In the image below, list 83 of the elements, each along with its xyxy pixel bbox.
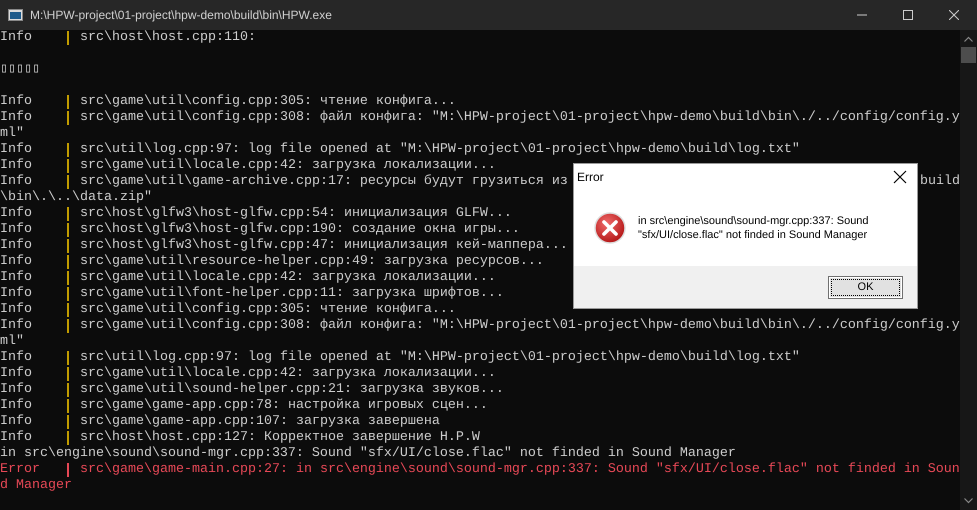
close-button[interactable] [893, 170, 907, 184]
log-level: Info [0, 238, 33, 254]
console-app-icon [8, 9, 23, 21]
ok-button[interactable]: OK [828, 276, 903, 298]
log-level: Info [0, 382, 33, 398]
maximize-icon[interactable] [903, 10, 913, 20]
log-level: Info [0, 158, 33, 174]
scroll-thumb[interactable] [961, 47, 976, 63]
log-message: src\game\util\font-helper.cpp:11: загрузка шрифтов... [80, 286, 504, 302]
log-level: Error [0, 462, 41, 478]
log-message: src\game\util\locale.cpp:42: загрузка локализации... [80, 366, 496, 382]
log-text: build [920, 174, 960, 190]
separator-bar-icon [67, 255, 69, 269]
window-title: M:\HPW-project\01-project\hpw-demo\build\bin\HPW.exe [30, 8, 333, 22]
log-message: src\game\game-app.cpp:107: загрузка завершена [80, 414, 440, 430]
close-icon[interactable] [949, 10, 959, 20]
separator-bar-icon [67, 399, 69, 413]
log-message: src\game\util\config.cpp:305: чтение конфига... [80, 94, 456, 110]
separator-bar-icon [67, 287, 69, 301]
separator-bar-icon [67, 351, 69, 365]
log-message: src\util\log.cpp:97: log file opened at "M:\HPW-project\01-project\hpw-demo\build\log.txt" [80, 142, 800, 158]
dialog-title: Error [577, 170, 605, 184]
log-level: Info [0, 430, 33, 446]
separator-bar-icon [67, 415, 69, 429]
log-level: Info [0, 30, 33, 46]
scroll-down-icon[interactable] [964, 498, 973, 504]
log-text: ml" [0, 126, 24, 142]
separator-bar-icon [67, 159, 69, 173]
separator-bar-icon [67, 95, 69, 109]
separator-bar-icon [67, 319, 69, 333]
separator-bar-icon [67, 271, 69, 285]
log-message: src\host\host.cpp:110: [80, 30, 256, 46]
separator-bar-icon [67, 111, 69, 125]
log-level: Info [0, 414, 33, 430]
log-message: src\host\glfw3\host-glfw.cpp:54: инициализация GLFW... [80, 206, 512, 222]
error-icon [594, 212, 626, 244]
separator-bar-icon [67, 31, 69, 45]
log-level: Info [0, 142, 33, 158]
log-level: Info [0, 366, 33, 382]
log-level: Info [0, 254, 33, 270]
log-text: \bin\.\..\data.zip" [0, 190, 152, 206]
scrollbar[interactable] [960, 30, 977, 510]
log-message: src\game\util\locale.cpp:42: загрузка локализации... [80, 270, 496, 286]
separator-bar-icon [67, 303, 69, 317]
log-message: src\game\util\locale.cpp:42: загрузка локализации... [80, 158, 496, 174]
separator-bar-icon [67, 223, 69, 237]
log-text: d Manager [0, 478, 72, 494]
log-level: Info [0, 94, 33, 110]
separator-bar-icon [67, 383, 69, 397]
log-level: Info [0, 222, 33, 238]
separator-bar-icon [67, 143, 69, 157]
log-level: Info [0, 398, 33, 414]
log-level: Info [0, 270, 33, 286]
log-message: src\game\util\config.cpp:305: чтение конфига... [80, 302, 456, 318]
log-text: ml" [0, 334, 24, 350]
error-message: in src\engine\sound\sound-mgr.cpp:337: Sound "sfx/UI/close.flac" not finded in Sound Manager [638, 214, 870, 242]
log-level: Info [0, 350, 33, 366]
separator-bar-icon [67, 367, 69, 381]
log-message: src\game\util\resource-helper.cpp:49: загрузка ресурсов... [80, 254, 544, 270]
separator-bar-icon [67, 463, 69, 477]
separator-bar-icon [67, 239, 69, 253]
log-level: Info [0, 110, 33, 126]
log-message: src\host\glfw3\host-glfw.cpp:47: инициализация кей-маппера... [80, 238, 568, 254]
log-level: Info [0, 318, 33, 334]
log-message: src\host\host.cpp:127: Корректное завершение H.P.W [80, 430, 480, 446]
log-level: Info [0, 302, 33, 318]
log-level: Info [0, 174, 33, 190]
scroll-up-icon[interactable] [964, 36, 973, 42]
log-level: Info [0, 206, 33, 222]
log-text: in src\engine\sound\sound-mgr.cpp:337: Sound "sfx/UI/close.flac" not finded in Sound Manager [0, 446, 736, 462]
log-message: src\game\util\sound-helper.cpp:21: загрузка звуков... [80, 382, 504, 398]
log-level: Info [0, 286, 33, 302]
log-message: src\util\log.cpp:97: log file opened at "M:\HPW-project\01-project\hpw-demo\build\log.txt" [80, 350, 800, 366]
log-message: src\game\game-main.cpp:27: in src\engine\sound\sound-mgr.cpp:337: Sound "sfx/UI/close.flac" not finded in Soun [80, 462, 960, 478]
log-message: src\game\util\game-archive.cpp:17: ресурсы будут грузиться из [80, 174, 568, 190]
separator-bar-icon [67, 207, 69, 221]
log-message: src\game\game-app.cpp:78: настройка игровых сцен... [80, 398, 488, 414]
log-message: src\game\util\config.cpp:308: файл конфига: "M:\HPW-project\01-project\hpw-demo\build\bin\./../config/config.y [80, 110, 960, 126]
separator-bar-icon [67, 431, 69, 445]
separator-bar-icon [67, 175, 69, 189]
log-text: ▯▯▯▯▯ [0, 62, 40, 78]
log-message: src\host\glfw3\host-glfw.cpp:190: создание окна игры... [80, 222, 520, 238]
log-message: src\game\util\config.cpp:308: файл конфига: "M:\HPW-project\01-project\hpw-demo\build\bin\./../config/config.y [80, 318, 960, 334]
